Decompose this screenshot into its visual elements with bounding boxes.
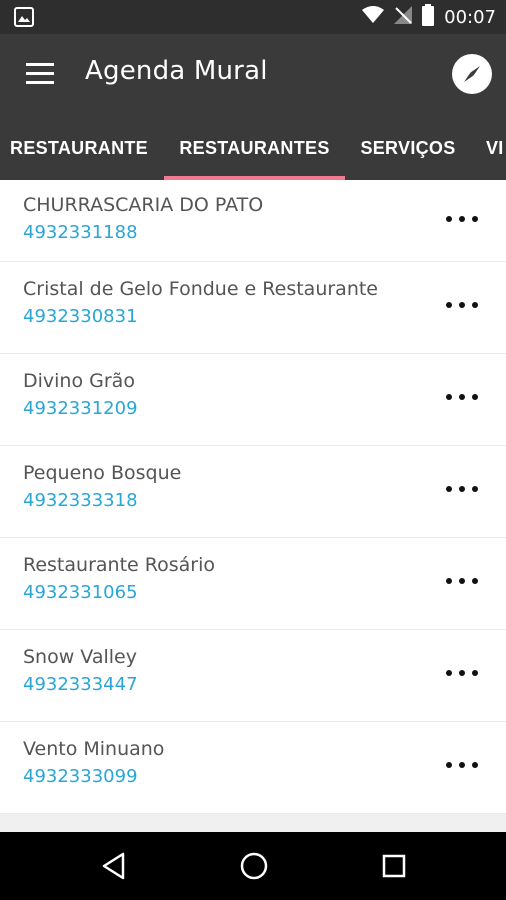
tab-label: RESTAURANTE [10,137,148,158]
more-options-icon[interactable] [446,212,478,226]
more-options-icon[interactable] [446,390,478,404]
list-item[interactable]: Cristal de Gelo Fondue e Restaurante 493… [0,262,506,354]
more-options-icon[interactable] [446,482,478,496]
more-options-icon[interactable] [446,298,478,312]
tab-label: RESTAURANTES [179,137,330,158]
tab-servicos[interactable]: SERVIÇOS [352,116,464,180]
category-tabs: RESTAURANTE RESTAURANTES SERVIÇOS VI [0,116,506,180]
tab-vi[interactable]: VI [486,116,506,180]
listing-name: Restaurante Rosário [23,554,215,576]
listing-name: Divino Grão [23,370,135,392]
listing-phone[interactable]: 4932331065 [23,582,138,603]
list-item[interactable]: Divino Grão 4932331209 [0,354,506,446]
compass-icon[interactable] [452,54,492,94]
listing-phone[interactable]: 4932333099 [23,766,138,787]
status-time: 00:07 [444,6,496,28]
listing-name: Cristal de Gelo Fondue e Restaurante [23,278,378,300]
list-item[interactable]: Restaurante Rosário 4932331065 [0,538,506,630]
listing-name: Pequeno Bosque [23,462,182,484]
more-options-icon[interactable] [446,666,478,680]
wifi-icon [362,6,385,28]
more-options-icon[interactable] [446,574,478,588]
app-bar: Agenda Mural [0,34,506,116]
app-title: Agenda Mural [85,56,268,86]
listing-list: CHURRASCARIA DO PATO 4932331188 Cristal … [0,180,506,814]
listing-phone[interactable]: 4932330831 [23,306,138,327]
more-options-icon[interactable] [446,758,478,772]
tab-restaurantes[interactable]: RESTAURANTES [164,116,345,180]
listing-name: CHURRASCARIA DO PATO [23,194,264,216]
list-item[interactable]: Snow Valley 4932333447 [0,630,506,722]
battery-icon [422,4,435,30]
listing-name: Snow Valley [23,646,137,668]
no-signal-icon [394,6,413,28]
listing-name: Vento Minuano [23,738,165,760]
image-notification-icon [14,7,34,31]
list-item[interactable]: Pequeno Bosque 4932333318 [0,446,506,538]
status-bar: 00:07 [0,0,506,34]
list-item[interactable]: Vento Minuano 4932333099 [0,722,506,814]
listing-phone[interactable]: 4932333447 [23,674,138,695]
system-nav-bar [0,832,506,900]
back-icon[interactable] [98,850,130,882]
tab-restaurante[interactable]: RESTAURANTE [0,116,158,180]
tab-label: SERVIÇOS [360,137,456,158]
tab-label: VI [486,137,504,158]
hamburger-menu-icon[interactable] [26,63,54,85]
listing-phone[interactable]: 4932331188 [23,222,138,243]
recents-icon[interactable] [378,850,410,882]
home-icon[interactable] [238,850,270,882]
listing-phone[interactable]: 4932333318 [23,490,138,511]
list-item[interactable]: CHURRASCARIA DO PATO 4932331188 [0,180,506,262]
listing-phone[interactable]: 4932331209 [23,398,138,419]
